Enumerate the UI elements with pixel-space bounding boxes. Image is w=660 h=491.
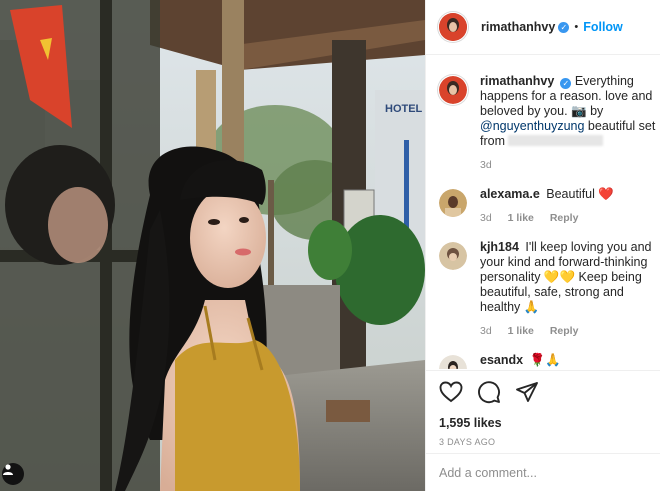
comment-text: 🌹🙏: [529, 353, 561, 367]
comment-item: esandx 🌹🙏: [439, 353, 660, 369]
author-avatar[interactable]: [439, 13, 467, 41]
reply-button[interactable]: Reply: [550, 325, 579, 337]
reply-button[interactable]: Reply: [550, 212, 579, 224]
caption: rimathanhvy ✓ Everything happens for a re…: [439, 74, 660, 173]
post-photo-illustration: HOTEL: [0, 0, 425, 491]
post-photo[interactable]: HOTEL: [0, 0, 425, 491]
comment-time[interactable]: 3d: [480, 325, 492, 337]
post-actions: 1,595 likes 3 DAYS AGO: [426, 370, 660, 447]
action-icons: [439, 380, 660, 404]
likes-count[interactable]: 1,595 likes: [439, 416, 660, 430]
share-icon[interactable]: [515, 381, 539, 403]
commenter-avatar[interactable]: [439, 355, 467, 369]
comment-text: Beautiful ❤️: [546, 187, 614, 201]
commenter-avatar[interactable]: [439, 242, 467, 270]
author-username[interactable]: rimathanhvy: [481, 20, 555, 34]
commenter-username[interactable]: kjh184: [480, 240, 519, 254]
comment-item: kjh184 I'll keep loving you and your kin…: [439, 240, 660, 339]
comment-time[interactable]: 3d: [480, 212, 492, 224]
caption-time[interactable]: 3d: [480, 159, 492, 171]
redacted-text: [508, 135, 604, 146]
verified-badge-icon: ✓: [558, 21, 570, 33]
add-comment-bar: [426, 453, 660, 491]
post-timestamp[interactable]: 3 DAYS AGO: [439, 437, 660, 447]
heart-icon[interactable]: [439, 381, 463, 403]
verified-badge-icon: ✓: [560, 78, 572, 89]
comments-list[interactable]: rimathanhvy ✓ Everything happens for a re…: [426, 56, 660, 369]
hotel-sign-text: HOTEL: [385, 103, 423, 115]
commenter-username[interactable]: esandx: [480, 353, 523, 367]
follow-button[interactable]: Follow: [583, 20, 623, 34]
comment-likes[interactable]: 1 like: [508, 325, 534, 337]
user-tag-icon[interactable]: [2, 463, 24, 485]
commenter-username[interactable]: alexama.e: [480, 187, 540, 201]
post-sidebar: rimathanhvy ✓ • Follow rimathanhvy ✓ Ever…: [425, 0, 660, 491]
comment-item: alexama.e Beautiful ❤️ 3d 1 like Reply: [439, 187, 660, 226]
separator-dot: •: [574, 21, 579, 33]
caption-avatar[interactable]: [439, 76, 467, 104]
photographer-mention-link[interactable]: @nguyenthuyzung: [480, 119, 584, 133]
comment-icon[interactable]: [477, 380, 501, 404]
caption-username[interactable]: rimathanhvy: [480, 74, 554, 88]
add-comment-input[interactable]: [439, 465, 639, 480]
caption-body: rimathanhvy ✓ Everything happens for a re…: [480, 74, 660, 173]
comment-likes[interactable]: 1 like: [508, 212, 534, 224]
caption-meta: 3d: [480, 158, 660, 173]
post-header: rimathanhvy ✓ • Follow: [426, 0, 660, 55]
commenter-avatar[interactable]: [439, 189, 467, 217]
